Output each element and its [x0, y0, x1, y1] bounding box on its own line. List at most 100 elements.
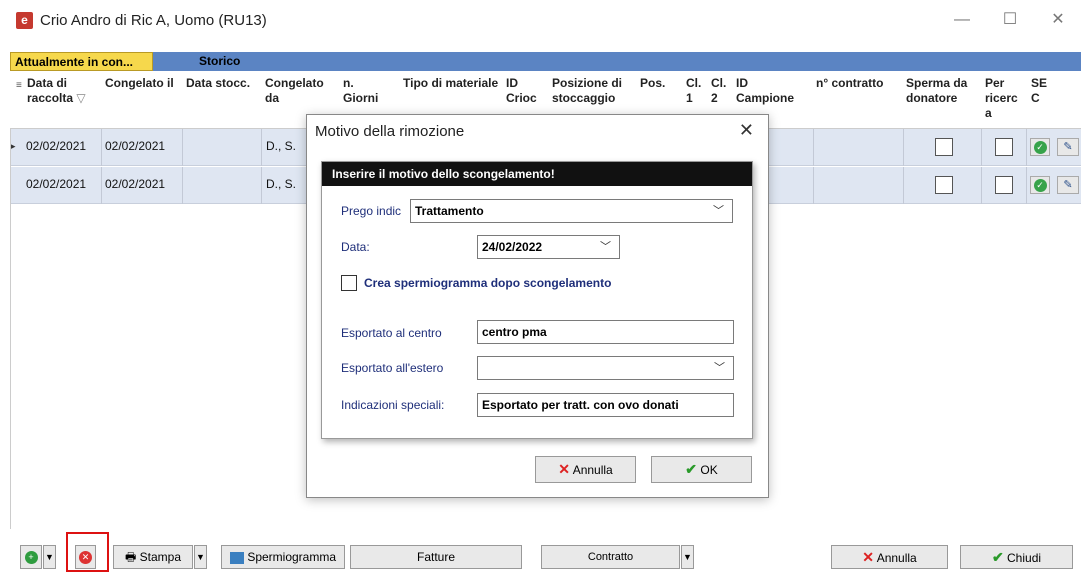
per-ricerca-checkbox[interactable] [995, 138, 1013, 156]
col-congelato-il[interactable]: Congelato il [105, 76, 174, 91]
column-chooser-icon[interactable]: ≡ [16, 78, 22, 93]
add-dropdown-button[interactable]: ▼ [43, 545, 56, 569]
esportato-centro-input[interactable]: centro pma [477, 320, 734, 344]
tab-storico[interactable]: Storico [195, 52, 240, 71]
caret-down-icon: ▼ [45, 552, 54, 562]
chevron-down-icon: ﹀ [600, 241, 611, 253]
dialog-panel: Inserire il motivo dello scongelamento! … [321, 161, 753, 439]
close-button[interactable]: ✔ Chiudi [960, 545, 1073, 569]
data-label: Data: [341, 240, 370, 254]
column-divider [813, 129, 814, 166]
contract-dropdown-button[interactable]: ▼ [681, 545, 694, 569]
dialog-cancel-button[interactable]: ✕ Annulla [535, 456, 636, 483]
contract-button[interactable]: Contratto [541, 545, 680, 569]
per-ricerca-checkbox[interactable] [995, 176, 1013, 194]
add-button[interactable]: + [20, 545, 42, 569]
col-data-stocc[interactable]: Data stocc. [186, 76, 250, 91]
col-n-contratto[interactable]: n° contratto [816, 76, 883, 91]
col-per-ricerca[interactable]: Per ricerc a [985, 76, 1027, 121]
column-divider [261, 129, 262, 166]
spermiogram-button[interactable]: Spermiogramma [221, 545, 345, 569]
col-n-giorni[interactable]: n. Giorni [343, 76, 388, 106]
removal-reason-dialog: Motivo della rimozione ✕ Inserire il mot… [306, 114, 769, 498]
date-value: 24/02/2022 [482, 240, 543, 254]
col-sperma-donatore[interactable]: Sperma da donatore [906, 76, 976, 106]
esportato-estero-label: Esportato all'estero [341, 361, 444, 375]
chart-icon [229, 551, 244, 564]
dialog-cancel-label: Annulla [572, 463, 613, 477]
grid-left-border [10, 129, 11, 529]
cancel-button[interactable]: ✕ Annulla [831, 545, 948, 569]
column-divider [981, 129, 982, 166]
col-posizione[interactable]: Posizione di stoccaggio [552, 76, 632, 106]
col-tipo-materiale[interactable]: Tipo di materiale [403, 76, 498, 91]
spermiogram-checkbox-label[interactable]: Crea spermiogramma dopo scongelamento [364, 276, 611, 290]
remove-button[interactable]: ✕ [75, 545, 96, 569]
title-bar: e Crio Andro di Ric A, Uomo (RU13) — ☐ ✕ [0, 0, 1081, 44]
sperma-donatore-checkbox[interactable] [935, 176, 953, 194]
column-divider [1026, 129, 1027, 166]
prego-label: Prego indic [341, 204, 402, 218]
bottom-toolbar: + ▼ ✕ 🖶 Stampa ▼ Spermiogramma Fatture C… [10, 536, 1081, 572]
invoices-button[interactable]: Fatture [350, 545, 522, 569]
col-id-crioc[interactable]: ID Crioc [506, 76, 546, 106]
confirm-icon[interactable]: ✓ [1030, 176, 1050, 194]
dialog-ok-label: OK [700, 463, 718, 477]
edit-icon[interactable]: ✎ [1057, 176, 1079, 194]
column-divider [182, 167, 183, 204]
cancel-label: Annulla [876, 551, 917, 565]
col-cl1[interactable]: Cl. 1 [686, 76, 704, 106]
sperma-donatore-checkbox[interactable] [935, 138, 953, 156]
edit-icon[interactable]: ✎ [1057, 138, 1079, 156]
indicazioni-label: Indicazioni speciali: [341, 398, 445, 412]
cell-data-raccolta: 02/02/2021 [26, 139, 87, 153]
app-icon: e [16, 12, 33, 29]
cross-icon: ✕ [558, 461, 571, 477]
filter-icon[interactable]: ▽ [76, 91, 85, 105]
col-data-raccolta[interactable]: Data di raccolta ▽ [27, 76, 97, 106]
reason-select[interactable]: Trattamento ﹀ [410, 199, 733, 223]
col-id-campione[interactable]: ID Campione [736, 76, 806, 106]
column-divider [1026, 167, 1027, 204]
tab-bar: Attualmente in con... Storico [10, 52, 1081, 71]
remove-icon: ✕ [79, 551, 92, 565]
column-divider [813, 167, 814, 204]
maximize-button[interactable]: ☐ [1000, 10, 1020, 30]
indicazioni-input[interactable]: Esportato per tratt. con ovo donati [477, 393, 734, 417]
date-picker[interactable]: 24/02/2022 ﹀ [477, 235, 620, 259]
cell-congelato-da: D., S. [266, 139, 297, 153]
column-divider [903, 129, 904, 166]
col-cl2[interactable]: Cl. 2 [711, 76, 729, 106]
confirm-icon[interactable]: ✓ [1030, 138, 1050, 156]
cell-congelato-il: 02/02/2021 [105, 177, 166, 191]
col-data-raccolta-label: Data di raccolta [27, 76, 74, 105]
column-divider [903, 167, 904, 204]
spermiogram-checkbox[interactable] [341, 275, 357, 291]
close-window-button[interactable]: ✕ [1048, 10, 1068, 30]
checkmark-icon: ✔ [685, 461, 698, 477]
cell-congelato-il: 02/02/2021 [105, 139, 166, 153]
cell-congelato-da: D., S. [266, 177, 297, 191]
esportato-centro-label: Esportato al centro [341, 326, 442, 340]
minimize-button[interactable]: — [952, 10, 972, 30]
dialog-ok-button[interactable]: ✔ OK [651, 456, 752, 483]
column-divider [261, 167, 262, 204]
cell-data-raccolta: 02/02/2021 [26, 177, 87, 191]
print-button[interactable]: 🖶 Stampa [113, 545, 193, 569]
checkmark-icon: ✔ [991, 549, 1004, 565]
column-divider [182, 129, 183, 166]
esportato-estero-select[interactable]: ﹀ [477, 356, 734, 380]
print-dropdown-button[interactable]: ▼ [194, 545, 207, 569]
spermiogram-label: Spermiogramma [247, 550, 337, 564]
window-title: Crio Andro di Ric A, Uomo (RU13) [40, 12, 267, 29]
dialog-close-icon[interactable]: ✕ [739, 120, 754, 141]
current-row-indicator-icon: ▸ [11, 141, 16, 151]
col-congelato-da[interactable]: Congelato da [265, 76, 335, 106]
col-pos[interactable]: Pos. [640, 76, 665, 91]
printer-icon: 🖶 [124, 550, 137, 564]
column-divider [101, 167, 102, 204]
caret-down-icon: ▼ [196, 552, 205, 562]
tab-attualmente[interactable]: Attualmente in con... [10, 52, 153, 71]
col-sec[interactable]: SE C [1031, 76, 1053, 106]
chevron-down-icon: ﹀ [714, 362, 725, 374]
